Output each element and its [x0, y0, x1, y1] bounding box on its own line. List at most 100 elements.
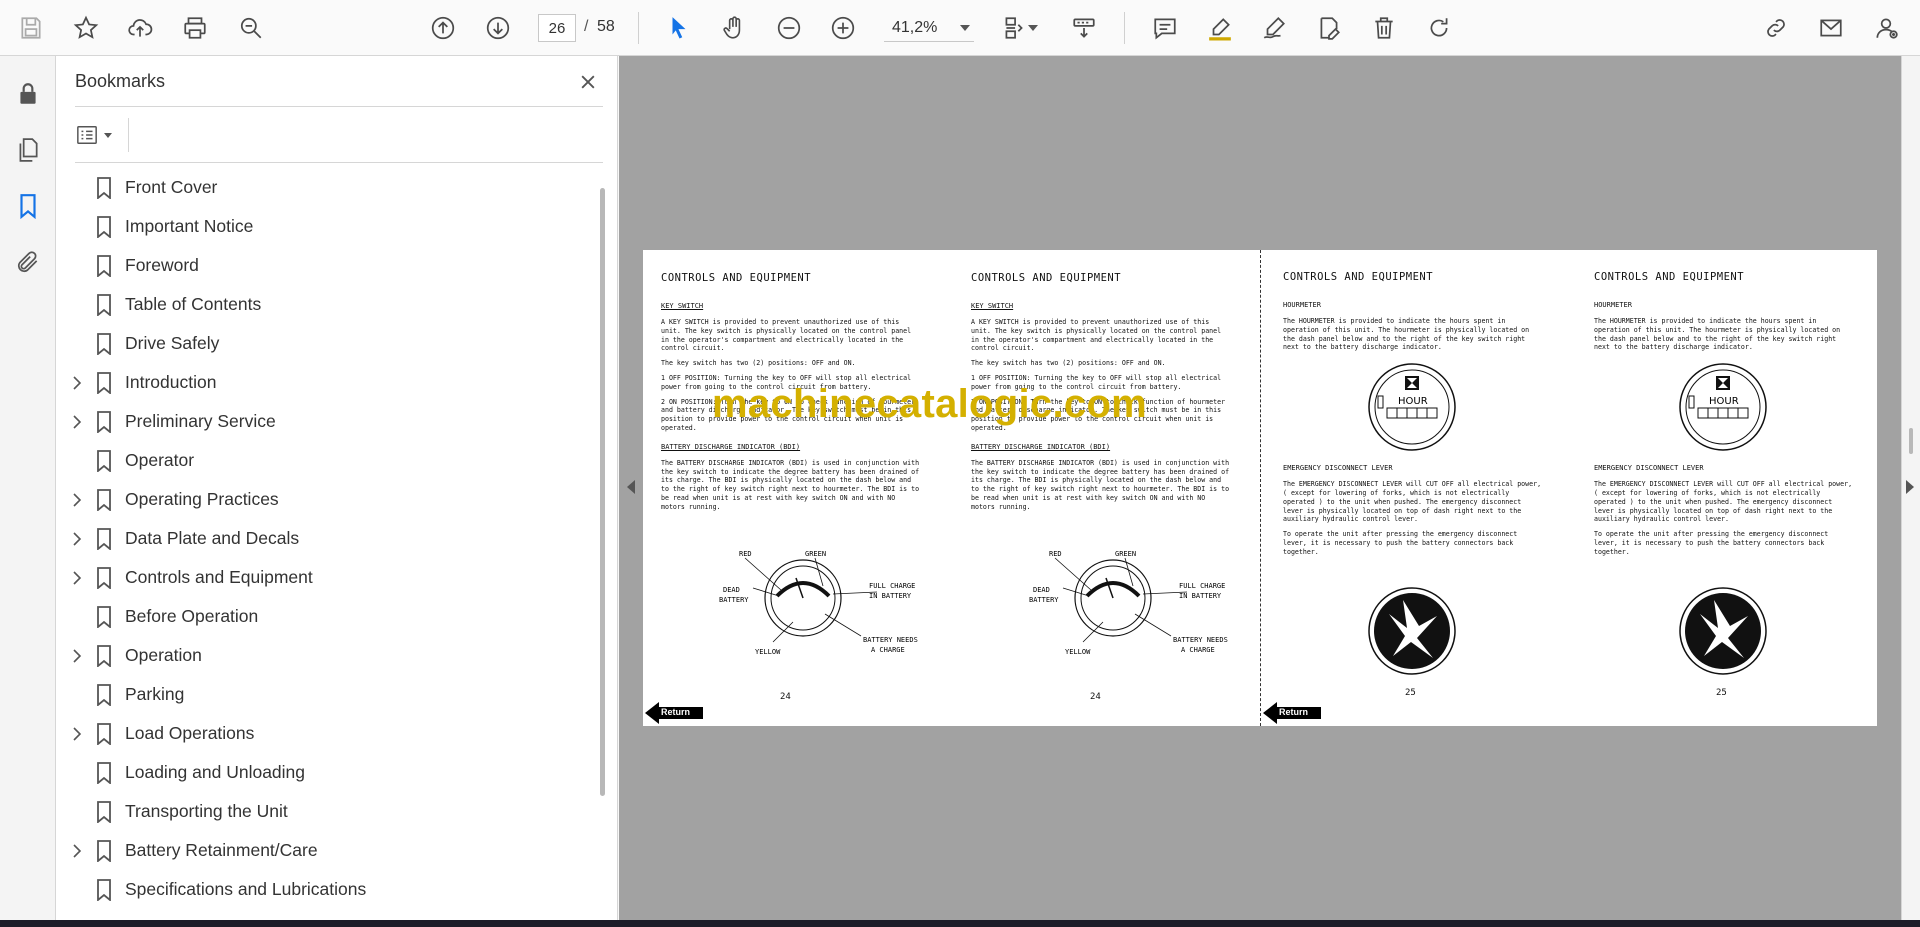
lock-icon[interactable]	[8, 74, 48, 114]
bookmark-label: Preliminary Service	[125, 411, 276, 431]
page-thumbnails-icon[interactable]	[8, 130, 48, 170]
delete-trash-icon[interactable]	[1364, 8, 1404, 48]
bookmark-item[interactable]: Operator	[56, 441, 596, 480]
upload-cloud-icon[interactable]	[120, 8, 160, 48]
star-icon[interactable]	[66, 8, 106, 48]
return-button[interactable]: Return	[645, 702, 703, 724]
page-number-input[interactable]: 26	[538, 14, 576, 42]
bookmark-icon	[96, 800, 112, 824]
email-icon[interactable]	[1811, 8, 1851, 48]
gauge-label-yellow: YELLOW	[755, 648, 781, 656]
bookmark-item[interactable]: Front Cover	[56, 168, 596, 207]
page-fit-dropdown-icon[interactable]	[1025, 8, 1041, 48]
edit-pdf-icon[interactable]	[1309, 8, 1349, 48]
rotate-icon[interactable]	[1419, 8, 1459, 48]
zoom-search-icon[interactable]	[231, 8, 271, 48]
viewer-scrollbar-thumb[interactable]	[1909, 428, 1913, 454]
bookmark-label: Foreword	[125, 255, 199, 275]
gauge-label-green: GREEN	[805, 550, 826, 558]
bookmark-label: Table of Contents	[125, 294, 262, 314]
bookmark-item[interactable]: Table of Contents	[56, 285, 596, 324]
share-link-icon[interactable]	[1756, 8, 1796, 48]
scroll-mode-icon[interactable]	[1064, 8, 1104, 48]
hourmeter-title: HOURMETER	[1283, 301, 1321, 309]
panel-divider	[75, 106, 603, 107]
chevron-right-icon[interactable]	[70, 841, 84, 861]
watermark-text: machinecatalogic.com	[712, 382, 1148, 426]
gauge-label-yellow: YELLOW	[1065, 648, 1091, 656]
hand-tool-icon[interactable]	[714, 8, 754, 48]
chevron-right-icon[interactable]	[70, 529, 84, 549]
bookmark-item[interactable]: Loading and Unloading	[56, 753, 596, 792]
total-pages: 58	[597, 18, 615, 35]
bookmark-label: Battery Retainment/Care	[125, 840, 318, 860]
bookmark-label: Operating Practices	[125, 489, 279, 509]
select-cursor-icon[interactable]	[659, 8, 699, 48]
chevron-right-icon[interactable]	[70, 412, 84, 432]
save-icon[interactable]	[11, 8, 51, 48]
scrollbar-thumb[interactable]	[600, 188, 605, 796]
bookmark-item[interactable]: Introduction	[56, 363, 596, 402]
bookmark-item[interactable]: Load Operations	[56, 714, 596, 753]
bookmark-icon	[96, 215, 112, 239]
paragraph: The BATTERY DISCHARGE INDICATOR (BDI) is…	[661, 458, 920, 511]
bookmark-item[interactable]: Foreword	[56, 246, 596, 285]
chevron-down-icon	[960, 24, 970, 31]
chevron-right-icon[interactable]	[70, 490, 84, 510]
bookmark-item[interactable]: Specifications and Lubrications	[56, 870, 596, 909]
chevron-right-icon[interactable]	[70, 724, 84, 744]
gauge-label-needs: BATTERY NEEDS	[863, 636, 918, 644]
bookmark-item[interactable]: Transporting the Unit	[56, 792, 596, 831]
right-page: CONTROLS AND EQUIPMENT HOURMETER The HOU…	[1261, 250, 1877, 726]
section-heading: CONTROLS AND EQUIPMENT	[661, 272, 812, 284]
highlight-pen-icon[interactable]	[1200, 8, 1240, 48]
paragraph: To operate the unit after pressing the e…	[1283, 530, 1518, 556]
paragraph: The BATTERY DISCHARGE INDICATOR (BDI) is…	[971, 458, 1230, 511]
comment-icon[interactable]	[1145, 8, 1185, 48]
bookmark-item[interactable]: Drive Safely	[56, 324, 596, 363]
key-switch-title: KEY SWITCH	[661, 302, 704, 310]
bookmark-icon	[96, 878, 112, 902]
zoom-level-dropdown[interactable]: 41,2%	[884, 14, 974, 42]
section-heading: CONTROLS AND EQUIPMENT	[971, 272, 1122, 284]
next-page-icon[interactable]	[478, 8, 518, 48]
bookmark-item[interactable]: Controls and Equipment	[56, 558, 596, 597]
bookmark-item[interactable]: Operation	[56, 636, 596, 675]
paragraph: The HOURMETER is provided to indicate th…	[1283, 317, 1530, 352]
previous-page-icon[interactable]	[423, 8, 463, 48]
collapse-left-panel-icon[interactable]	[627, 480, 635, 494]
chevron-right-icon[interactable]	[70, 646, 84, 666]
chevron-right-icon[interactable]	[70, 568, 84, 588]
panel-divider	[128, 118, 129, 152]
bookmark-item[interactable]: Data Plate and Decals	[56, 519, 596, 558]
navigation-rail	[0, 56, 56, 920]
bdi-title: BATTERY DISCHARGE INDICATOR (BDI)	[971, 442, 1111, 451]
zoom-out-icon[interactable]	[769, 8, 809, 48]
attachment-paperclip-icon[interactable]	[8, 242, 48, 282]
bookmark-panel-icon[interactable]	[8, 186, 48, 226]
zoom-in-icon[interactable]	[823, 8, 863, 48]
expand-right-panel-icon[interactable]	[1906, 480, 1914, 494]
bookmark-icon	[96, 371, 112, 395]
document-viewer[interactable]: CONTROLS AND EQUIPMENT KEY SWITCH A KEY …	[619, 56, 1901, 920]
close-icon[interactable]	[574, 68, 602, 96]
bookmark-item[interactable]: Operating Practices	[56, 480, 596, 519]
toolbar-divider	[638, 12, 639, 44]
paragraph: To operate the unit after pressing the e…	[1594, 530, 1829, 556]
bookmark-item[interactable]: Preliminary Service	[56, 402, 596, 441]
page-number: 24	[1090, 692, 1101, 702]
print-icon[interactable]	[175, 8, 215, 48]
return-button[interactable]: Return	[1263, 702, 1321, 724]
user-account-icon[interactable]	[1866, 8, 1906, 48]
bookmark-item[interactable]: Parking	[56, 675, 596, 714]
bookmark-item[interactable]: Battery Retainment/Care	[56, 831, 596, 870]
chevron-right-icon[interactable]	[70, 373, 84, 393]
bookmark-options-button[interactable]	[74, 120, 120, 150]
gauge-label-battery: BATTERY	[719, 596, 749, 604]
bdi-title: BATTERY DISCHARGE INDICATOR (BDI)	[661, 442, 801, 451]
bookmark-item[interactable]: Before Operation	[56, 597, 596, 636]
draw-signature-icon[interactable]	[1254, 8, 1294, 48]
bookmark-item[interactable]: Important Notice	[56, 207, 596, 246]
bookmark-icon	[96, 176, 112, 200]
paragraph: The key switch has two (2) positions: OF…	[971, 359, 1166, 368]
